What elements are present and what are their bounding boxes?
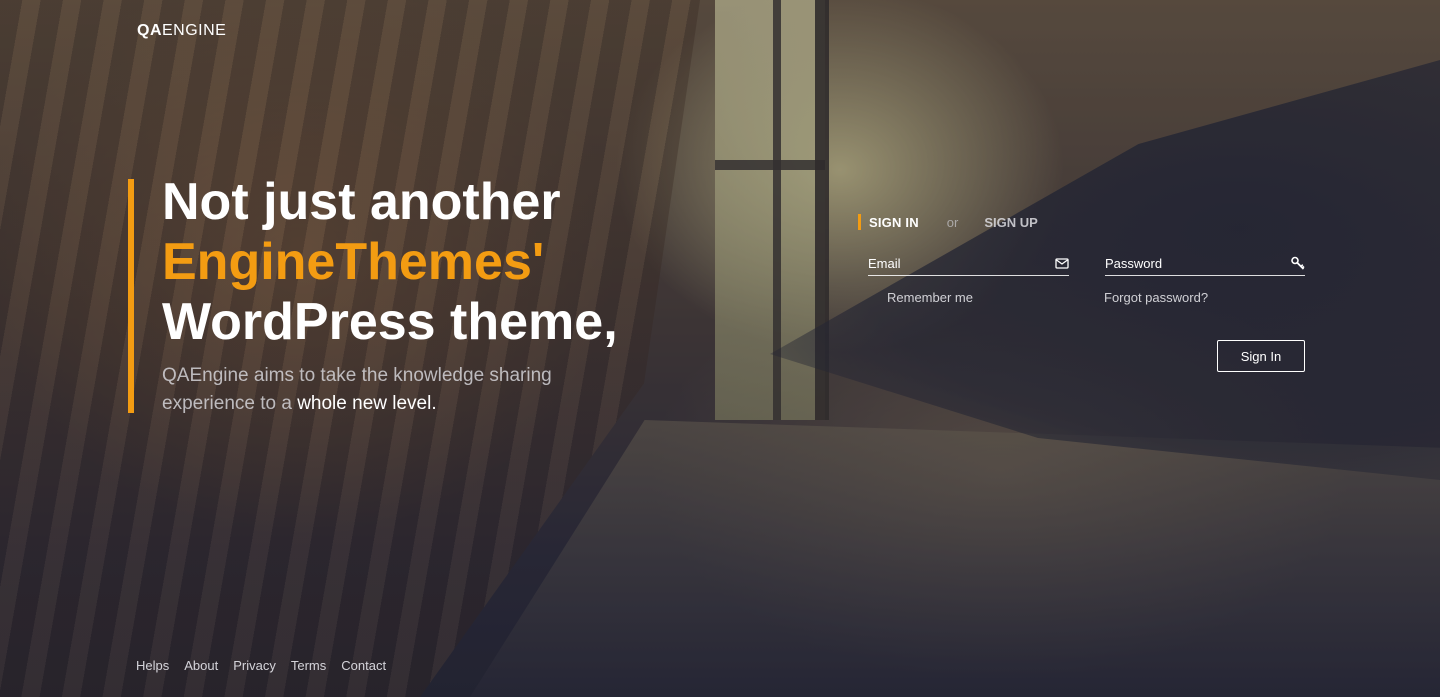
- remember-me-checkbox[interactable]: Remember me: [887, 290, 973, 305]
- password-field-wrapper: [1105, 253, 1305, 276]
- auth-tabs: SIGN IN or SIGN UP: [858, 214, 1038, 230]
- hero-line-2: EngineThemes': [162, 233, 545, 291]
- hero-tagline-emphasis: whole new level.: [297, 393, 437, 414]
- logo-text-light: ENGINE: [162, 22, 227, 39]
- hero-tagline: QAEngine aims to take the knowledge shar…: [162, 362, 582, 418]
- forgot-password-link[interactable]: Forgot password?: [1104, 290, 1208, 305]
- hero-line-3: WordPress theme,: [162, 293, 618, 351]
- envelope-icon: [1055, 256, 1069, 270]
- footer-link-terms[interactable]: Terms: [291, 658, 326, 673]
- key-icon: [1291, 256, 1305, 270]
- hero-line-1: Not just another: [162, 173, 561, 231]
- active-tab-marker: [858, 214, 861, 230]
- login-page: QAENGINE Not just another EngineThemes' …: [0, 0, 1440, 697]
- password-input[interactable]: [1105, 253, 1275, 273]
- email-field-wrapper: [868, 253, 1069, 276]
- tab-sign-up[interactable]: SIGN UP: [984, 215, 1037, 230]
- hero-section: Not just another EngineThemes' WordPress…: [162, 172, 682, 418]
- logo-text-strong: QA: [137, 22, 162, 39]
- footer-link-about[interactable]: About: [184, 658, 218, 673]
- footer-link-helps[interactable]: Helps: [136, 658, 169, 673]
- tab-separator: or: [946, 214, 959, 230]
- sign-in-button[interactable]: Sign In: [1217, 340, 1305, 372]
- footer-link-privacy[interactable]: Privacy: [233, 658, 276, 673]
- tab-sign-in[interactable]: SIGN IN: [869, 215, 919, 230]
- hero-accent-bar: [128, 179, 134, 413]
- footer-nav: Helps About Privacy Terms Contact: [136, 658, 386, 673]
- footer-link-contact[interactable]: Contact: [341, 658, 386, 673]
- email-input[interactable]: [868, 253, 1038, 273]
- hero-headline: Not just another EngineThemes' WordPress…: [162, 172, 682, 352]
- site-logo[interactable]: QAENGINE: [137, 22, 226, 40]
